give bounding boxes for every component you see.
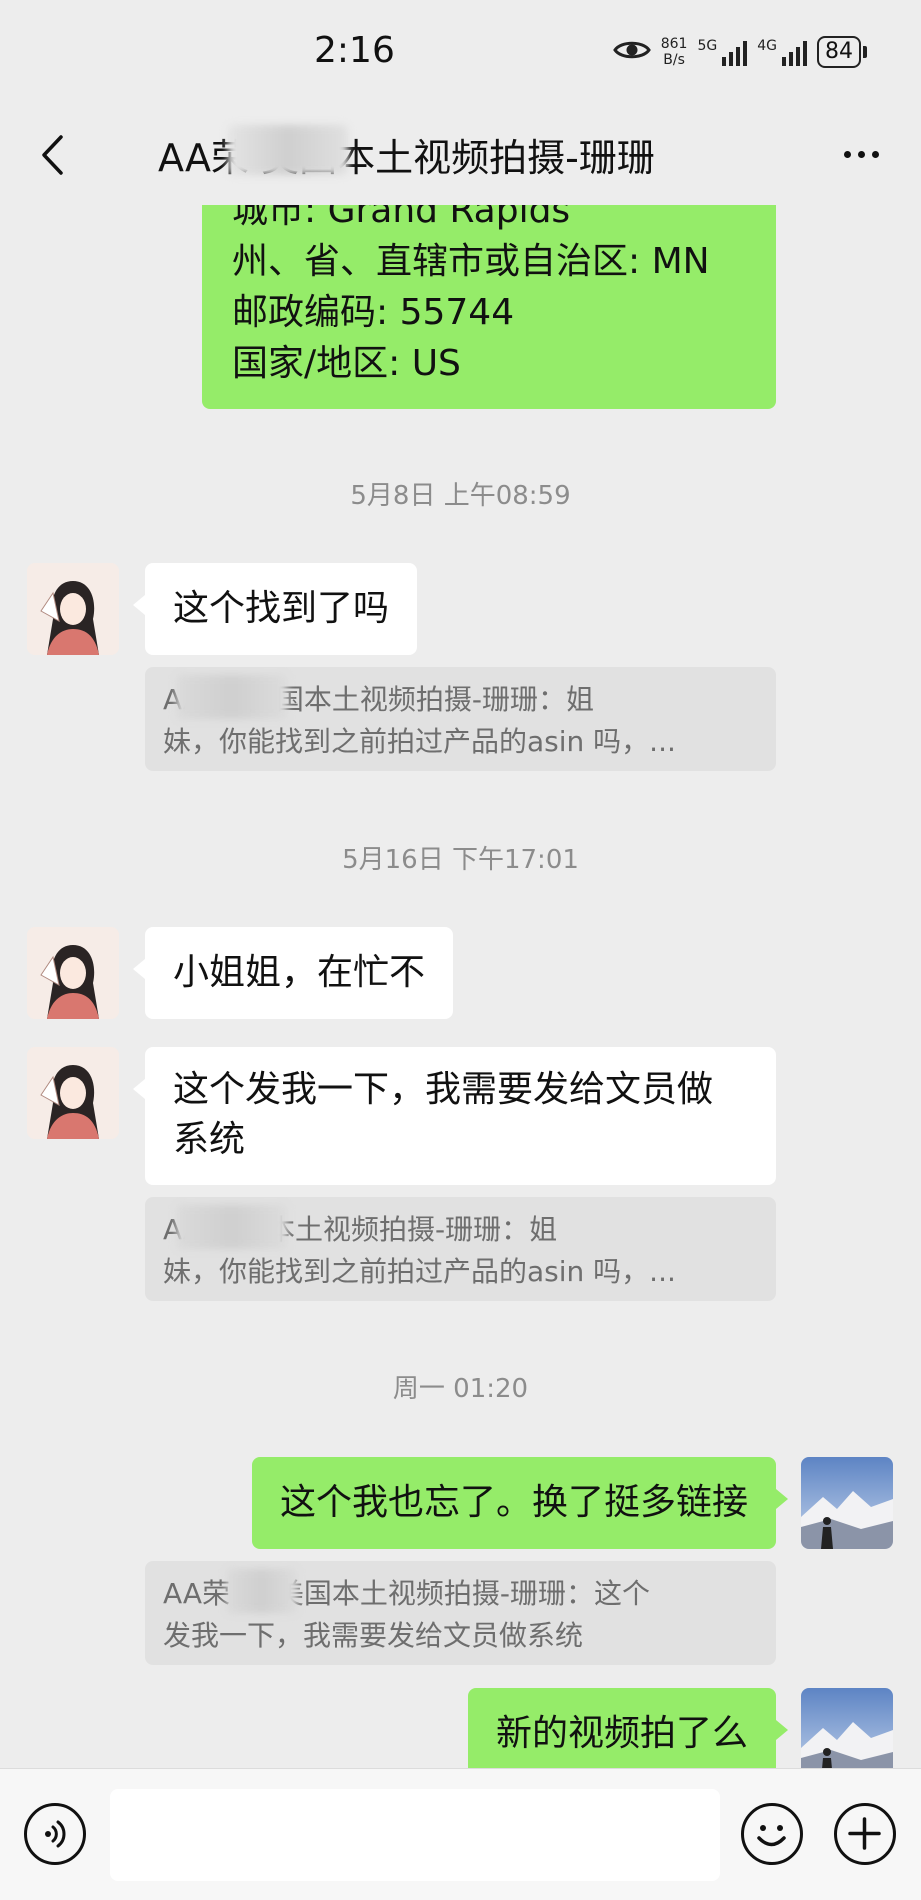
back-button[interactable] [28,131,76,179]
redaction-blur [227,1569,297,1613]
contact-avatar[interactable] [27,1047,119,1139]
quoted-message[interactable]: AA荣 通 美国本土视频拍摄-珊珊：这个 发我一下，我需要发给文员做系统 [145,1561,776,1665]
contact-avatar[interactable] [27,563,119,655]
signal-label-5g: 5G [697,38,718,54]
outgoing-message[interactable]: 这个我也忘了。换了挺多链接 [251,1457,789,1549]
status-bar: 2:16 861 B/s 5G 4G 84 [0,0,921,105]
message-text: 小姐姐，在忙不 [173,952,426,993]
quote-line: 发我一下，我需要发给文员做系统 [163,1619,584,1652]
back-arrow-icon [42,135,63,175]
user-avatar[interactable] [801,1688,893,1768]
redaction-blur [177,675,287,719]
redaction-blur [228,125,348,175]
message-timestamp: 5月16日 下午17:01 [342,845,579,875]
message-text: 这个发我一下，我需要发给文员做 [173,1069,714,1110]
battery-icon: 84 [817,36,867,68]
network-speed-value: 861 [660,36,688,52]
plus-button[interactable] [834,1803,896,1865]
more-button[interactable] [831,129,891,179]
message-text: 新的视频拍了么 [495,1713,748,1754]
more-icon [843,150,879,158]
network-speed-unit: B/s [663,52,685,68]
message-text: 这个我也忘了。换了挺多链接 [279,1482,748,1523]
quote-line: 妹，你能找到之前拍过产品的asin 吗，... [163,725,676,758]
network-speed: 861 B/s [661,36,688,68]
message-input[interactable] [110,1789,720,1881]
address-line: 国家/地区: US [232,343,461,384]
eye-icon [612,38,651,66]
message-text: 系统 [173,1119,246,1160]
signal-icon: 4G [757,38,807,66]
battery-level: 84 [817,36,861,68]
message-timestamp: 周一 01:20 [392,1374,529,1404]
message-list[interactable]: 城市: Grand Rapids 州、省、直辖市或自治区: MN 邮政编码: 5… [0,205,921,1768]
incoming-message[interactable]: 小姐姐，在忙不 [132,927,454,1019]
message-text: 这个找到了吗 [173,588,390,629]
input-bar [0,1768,921,1900]
signal-label-4g: 4G [757,38,777,54]
outgoing-message[interactable]: 新的视频拍了么 [467,1688,789,1768]
signal-icon: 5G [697,38,748,66]
address-line: 州、省、直辖市或自治区: MN [232,241,710,282]
outgoing-message-address[interactable]: 城市: Grand Rapids 州、省、直辖市或自治区: MN 邮政编码: 5… [202,205,776,409]
plus-icon [848,1817,881,1850]
address-line: 邮政编码: 55744 [232,292,515,333]
voice-icon [45,1820,66,1848]
status-time: 2:16 [314,30,395,71]
quote-line: 妹，你能找到之前拍过产品的asin 吗，... [163,1255,676,1288]
incoming-message[interactable]: 这个找到了吗 [132,563,418,655]
status-indicators: 861 B/s 5G 4G 84 [612,36,867,68]
quoted-message[interactable]: AA 美国本土视频拍摄-珊珊：姐 妹，你能找到之前拍过产品的asin 吗，... [145,1197,776,1301]
emoji-button[interactable] [741,1803,803,1865]
user-avatar[interactable] [801,1457,893,1549]
contact-avatar[interactable] [27,927,119,1019]
redaction-blur [177,1205,287,1249]
voice-button[interactable] [24,1803,86,1865]
chat-header: AA荣 美国本土视频拍摄-珊珊 [0,105,921,205]
address-line: 城市: Grand Rapids [232,205,571,231]
incoming-message[interactable]: 这个发我一下，我需要发给文员做 系统 [133,1047,776,1185]
message-timestamp: 5月8日 上午08:59 [350,481,571,511]
emoji-icon [757,1825,786,1847]
quoted-message[interactable]: AA 通 美国本土视频拍摄-珊珊：姐 妹，你能找到之前拍过产品的asin 吗，.… [145,667,776,771]
